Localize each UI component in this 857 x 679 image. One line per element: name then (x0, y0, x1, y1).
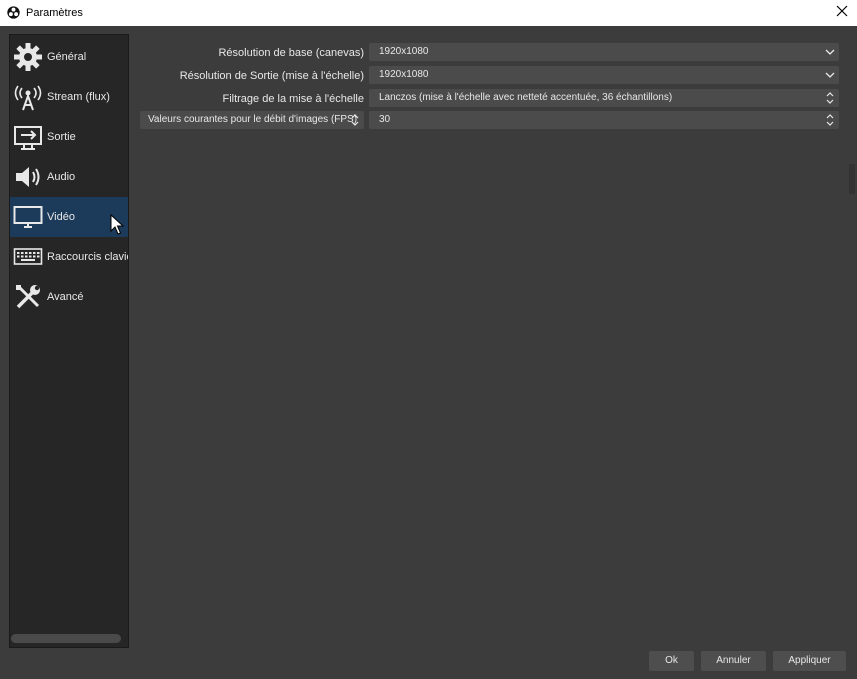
obs-logo-icon (7, 6, 20, 19)
broadcast-icon (13, 82, 43, 112)
sidebar-item-label: Stream (flux) (47, 91, 110, 103)
cancel-button[interactable]: Annuler (701, 651, 766, 671)
gear-icon (13, 42, 43, 72)
sidebar-horizontal-scrollbar[interactable] (11, 634, 121, 643)
window-title: Paramètres (26, 7, 83, 19)
sidebar-item-label: Audio (47, 171, 76, 183)
content-scrollbar[interactable] (849, 164, 855, 194)
fps-type-select[interactable]: Valeurs courantes pour le débit d'images… (140, 111, 364, 129)
tools-icon (13, 282, 43, 312)
sidebar-item-label: Général (47, 51, 87, 63)
up-down-chevron-icon[interactable] (346, 111, 364, 129)
sidebar-item-general[interactable]: Général (10, 37, 128, 77)
downscale-filter-label: Filtrage de la mise à l'échelle (222, 93, 364, 105)
title-bar: Paramètres (0, 0, 857, 26)
chevron-down-icon[interactable] (821, 66, 839, 84)
downscale-filter-value: Lanczos (mise à l'échelle avec netteté a… (379, 92, 673, 103)
fps-type-value: Valeurs courantes pour le débit d'images… (148, 114, 358, 125)
base-resolution-value: 1920x1080 (379, 46, 429, 57)
sidebar-item-audio[interactable]: Audio (10, 157, 128, 197)
apply-button[interactable]: Appliquer (773, 651, 846, 671)
close-icon[interactable] (835, 4, 849, 18)
output-resolution-value: 1920x1080 (379, 69, 429, 80)
speaker-icon (13, 162, 43, 192)
chevron-down-icon[interactable] (821, 43, 839, 61)
output-icon (13, 122, 43, 152)
sidebar-item-hotkeys[interactable]: Raccourcis clavier (10, 237, 128, 277)
sidebar-item-stream[interactable]: Stream (flux) (10, 77, 128, 117)
sidebar-item-label: Vidéo (47, 211, 75, 223)
fps-value-select[interactable]: 30 (369, 111, 839, 129)
base-resolution-combo[interactable]: 1920x1080 (369, 43, 839, 61)
sidebar-item-output[interactable]: Sortie (10, 117, 128, 157)
fps-value: 30 (379, 114, 391, 125)
settings-sidebar: Général Stream (flux) Sortie Audio Vidéo… (9, 34, 129, 648)
keyboard-icon (13, 242, 43, 272)
ok-button[interactable]: Ok (649, 651, 694, 671)
mouse-cursor-icon (110, 214, 124, 235)
up-down-chevron-icon[interactable] (821, 111, 839, 129)
sidebar-item-label: Sortie (47, 131, 76, 143)
output-resolution-combo[interactable]: 1920x1080 (369, 66, 839, 84)
sidebar-item-label: Raccourcis clavier (47, 251, 129, 263)
sidebar-item-advanced[interactable]: Avancé (10, 277, 128, 317)
output-resolution-label: Résolution de Sortie (mise à l'échelle) (179, 70, 364, 82)
downscale-filter-select[interactable]: Lanczos (mise à l'échelle avec netteté a… (369, 89, 839, 107)
monitor-icon (13, 202, 43, 232)
sidebar-item-label: Avancé (47, 291, 84, 303)
base-resolution-label: Résolution de base (canevas) (218, 47, 364, 59)
up-down-chevron-icon[interactable] (821, 89, 839, 107)
